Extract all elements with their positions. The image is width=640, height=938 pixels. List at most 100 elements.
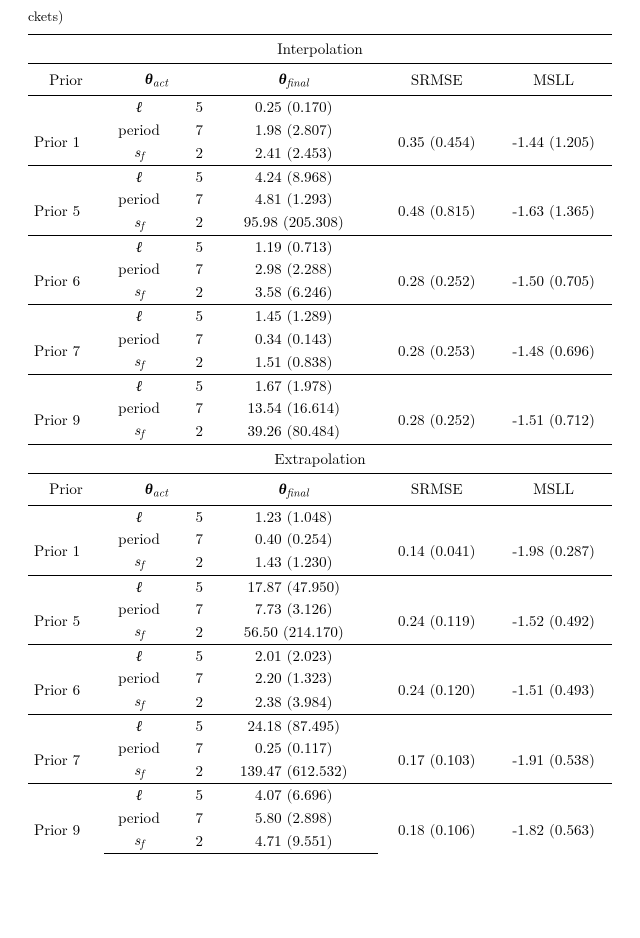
act-sf: 2 <box>174 690 209 715</box>
act-sf: 2 <box>174 759 209 784</box>
final-ell: 4.24 (8.968) <box>209 166 378 189</box>
param-sf: sf <box>104 141 174 166</box>
final-ell: 24.18 (87.495) <box>209 714 378 737</box>
final-sf: 95.98 (205.308) <box>209 211 378 236</box>
final-sf: 1.51 (0.838) <box>209 350 378 375</box>
srmse-value: 0.28 (0.252) <box>378 258 495 305</box>
prior-label: Prior 5 <box>28 188 104 235</box>
param-sf: sf <box>104 690 174 715</box>
col-msll: MSLL <box>495 473 612 505</box>
act-ell: 5 <box>174 505 209 528</box>
srmse-value: 0.35 (0.454) <box>378 119 495 166</box>
prior-label: Prior 5 <box>28 598 104 645</box>
srmse-value: 0.28 (0.252) <box>378 397 495 444</box>
prior-label: Prior 6 <box>28 258 104 305</box>
act-sf: 2 <box>174 419 209 444</box>
srmse-value: 0.24 (0.120) <box>378 667 495 714</box>
param-sf: sf <box>104 350 174 375</box>
prior-label: Prior 6 <box>28 667 104 714</box>
param-period: period <box>104 528 174 550</box>
act-ell: 5 <box>174 575 209 598</box>
final-ell: 1.23 (1.048) <box>209 505 378 528</box>
final-ell: 17.87 (47.950) <box>209 575 378 598</box>
param-ell: ℓ <box>104 714 174 737</box>
col-theta-act: θact <box>104 64 209 96</box>
msll-value: -1.63 (1.365) <box>495 188 612 235</box>
msll-value: -1.44 (1.205) <box>495 119 612 166</box>
final-ell: 4.07 (6.696) <box>209 784 378 807</box>
prior-label: Prior 1 <box>28 119 104 166</box>
final-ell: 1.45 (1.289) <box>209 305 378 328</box>
page-header-fragment: ckets) <box>28 6 612 26</box>
prior-label: Prior 7 <box>28 737 104 784</box>
final-sf: 139.47 (612.532) <box>209 759 378 784</box>
srmse-value: 0.18 (0.106) <box>378 807 495 854</box>
param-sf: sf <box>104 419 174 444</box>
final-period: 0.25 (0.117) <box>209 737 378 759</box>
act-ell: 5 <box>174 645 209 668</box>
act-period: 7 <box>174 119 209 141</box>
final-ell: 1.19 (0.713) <box>209 235 378 258</box>
final-period: 7.73 (3.126) <box>209 598 378 620</box>
param-period: period <box>104 737 174 759</box>
final-sf: 3.58 (6.246) <box>209 280 378 305</box>
srmse-value: 0.17 (0.103) <box>378 737 495 784</box>
final-period: 1.98 (2.807) <box>209 119 378 141</box>
act-period: 7 <box>174 598 209 620</box>
srmse-value: 0.28 (0.253) <box>378 328 495 375</box>
prior-label: Prior 7 <box>28 328 104 375</box>
msll-value: -1.91 (0.538) <box>495 737 612 784</box>
final-sf: 2.38 (3.984) <box>209 690 378 715</box>
prior-label: Prior 9 <box>28 807 104 854</box>
act-period: 7 <box>174 807 209 829</box>
act-sf: 2 <box>174 829 209 854</box>
param-period: period <box>104 328 174 350</box>
col-prior: Prior <box>28 473 104 505</box>
final-ell: 0.25 (0.170) <box>209 96 378 119</box>
param-sf: sf <box>104 620 174 645</box>
param-sf: sf <box>104 759 174 784</box>
final-sf: 56.50 (214.170) <box>209 620 378 645</box>
final-ell: 2.01 (2.023) <box>209 645 378 668</box>
param-period: period <box>104 258 174 280</box>
section-title: Extrapolation <box>28 444 612 473</box>
act-ell: 5 <box>174 784 209 807</box>
act-period: 7 <box>174 737 209 759</box>
final-period: 2.20 (1.323) <box>209 667 378 689</box>
param-ell: ℓ <box>104 505 174 528</box>
final-sf: 39.26 (80.484) <box>209 419 378 444</box>
results-table: InterpolationPriorθactθfinalSRMSEMSLLℓ50… <box>28 34 612 854</box>
param-sf: sf <box>104 211 174 236</box>
act-ell: 5 <box>174 714 209 737</box>
act-ell: 5 <box>174 235 209 258</box>
param-ell: ℓ <box>104 645 174 668</box>
col-msll: MSLL <box>495 64 612 96</box>
section-title: Interpolation <box>28 35 612 64</box>
col-srmse: SRMSE <box>378 473 495 505</box>
act-period: 7 <box>174 397 209 419</box>
final-period: 5.80 (2.898) <box>209 807 378 829</box>
param-ell: ℓ <box>104 96 174 119</box>
act-period: 7 <box>174 528 209 550</box>
param-ell: ℓ <box>104 235 174 258</box>
param-period: period <box>104 598 174 620</box>
final-period: 4.81 (1.293) <box>209 188 378 210</box>
act-period: 7 <box>174 328 209 350</box>
msll-value: -1.51 (0.493) <box>495 667 612 714</box>
act-sf: 2 <box>174 620 209 645</box>
param-ell: ℓ <box>104 305 174 328</box>
final-period: 2.98 (2.288) <box>209 258 378 280</box>
act-sf: 2 <box>174 350 209 375</box>
param-ell: ℓ <box>104 784 174 807</box>
srmse-value: 0.24 (0.119) <box>378 598 495 645</box>
col-theta-act: θact <box>104 473 209 505</box>
act-period: 7 <box>174 188 209 210</box>
act-ell: 5 <box>174 305 209 328</box>
msll-value: -1.98 (0.287) <box>495 528 612 575</box>
msll-value: -1.52 (0.492) <box>495 598 612 645</box>
act-sf: 2 <box>174 141 209 166</box>
param-sf: sf <box>104 550 174 575</box>
final-period: 0.40 (0.254) <box>209 528 378 550</box>
param-period: period <box>104 397 174 419</box>
srmse-value: 0.14 (0.041) <box>378 528 495 575</box>
